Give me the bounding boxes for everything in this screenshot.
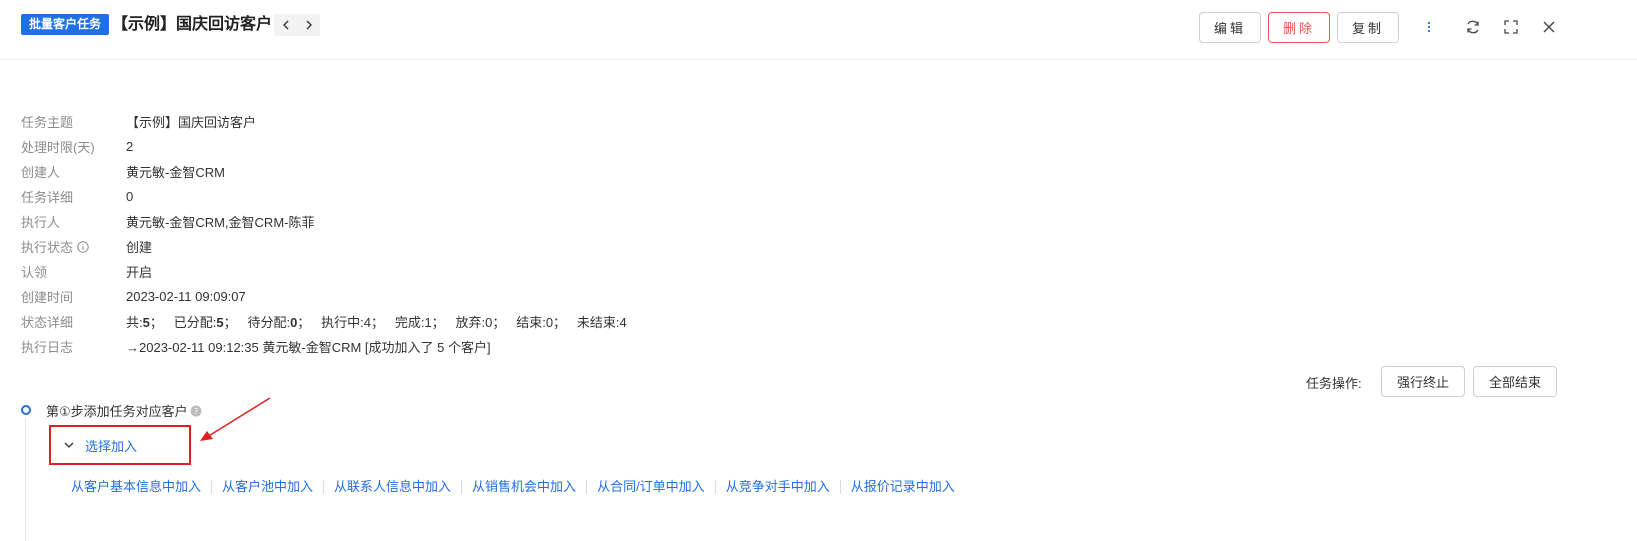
join-source-links: 从客户基本信息中加入 从客户池中加入 从联系人信息中加入 从销售机会中加入 从合… [61, 477, 965, 497]
chevron-right-icon [306, 20, 312, 30]
fullscreen-icon [1504, 20, 1518, 34]
link-from-customer-pool[interactable]: 从客户池中加入 [212, 480, 325, 494]
info-row-detail: 任务详细 0 [21, 184, 921, 209]
info-row-exec-log: 执行日志 →2023-02-11 09:12:35 黄元敏-金智CRM [成功加… [21, 334, 921, 359]
annotation-arrow-icon [200, 397, 271, 441]
status-detail-value: 共:5； 已分配:5； 待分配:0； 执行中:4； 完成:1； 放弃:0； 结束… [126, 315, 627, 330]
select-join-label: 选择加入 [85, 438, 138, 454]
link-from-competitors[interactable]: 从竞争对手中加入 [716, 480, 841, 494]
info-row-creator: 创建人 黄元敏-金智CRM [21, 159, 921, 184]
info-value: 创建 [126, 240, 153, 255]
info-value: 2023-02-11 09:09:07 [126, 289, 246, 304]
page-header: 批量客户任务 【示例】国庆回访客户 编辑 删除 复制 [0, 0, 1637, 60]
copy-button[interactable]: 复制 [1337, 12, 1399, 43]
finish-all-button[interactable]: 全部结束 [1473, 366, 1557, 397]
status-done: 完成:1； [394, 315, 445, 330]
info-row-exec-status: 执行状态 创建 [21, 234, 921, 259]
prev-record-button[interactable] [274, 14, 297, 36]
status-total-label: 共: [126, 315, 143, 330]
record-nav [274, 14, 320, 36]
info-value: 0 [126, 189, 134, 204]
info-value: 黄元敏-金智CRM [126, 165, 225, 180]
info-label: 创建时间 [21, 290, 74, 305]
info-circle-icon[interactable] [77, 240, 89, 253]
page-title: 【示例】国庆回访客户 [112, 16, 273, 33]
force-terminate-button[interactable]: 强行终止 [1381, 366, 1465, 397]
status-pending-label: 待分配: [247, 315, 291, 330]
info-label: 处理时限(天) [21, 140, 95, 155]
chevron-left-icon [282, 20, 288, 30]
info-value: 黄元敏-金智CRM,金智CRM-陈菲 [126, 215, 315, 230]
fullscreen-button[interactable] [1501, 17, 1521, 37]
info-value: 【示例】国庆回访客户 [126, 115, 257, 130]
status-abandoned: 放弃:0； [455, 315, 506, 330]
more-vertical-icon [1427, 21, 1431, 33]
task-ops-label: 任务操作: [1306, 376, 1362, 391]
info-row-executor: 执行人 黄元敏-金智CRM,金智CRM-陈菲 [21, 209, 921, 234]
info-value: →2023-02-11 09:12:35 黄元敏-金智CRM [成功加入了 5 … [126, 340, 491, 355]
close-icon [1543, 21, 1555, 33]
edit-button[interactable]: 编辑 [1199, 12, 1261, 43]
refresh-icon [1467, 20, 1479, 34]
info-row-created-time: 创建时间 2023-02-11 09:09:07 [21, 284, 921, 309]
more-button[interactable] [1419, 17, 1439, 37]
info-value: 2 [126, 139, 134, 154]
step-title-text: 第①步添加任务对应客户 [46, 404, 188, 419]
info-row-subject: 任务主题 【示例】国庆回访客户 [21, 109, 921, 134]
link-from-customer-info[interactable]: 从客户基本信息中加入 [61, 480, 213, 494]
refresh-button[interactable] [1463, 17, 1483, 37]
link-from-opportunities[interactable]: 从销售机会中加入 [462, 480, 588, 494]
info-row-status-detail: 状态详细 共:5； 已分配:5； 待分配:0； 执行中:4； 完成:1； 放弃:… [21, 309, 921, 334]
info-label: 执行人 [21, 215, 61, 230]
info-label-text: 执行状态 [21, 240, 74, 255]
info-row-deadline: 处理时限(天) 2 [21, 134, 921, 159]
info-label: 任务详细 [21, 190, 74, 205]
info-label: 任务主题 [21, 115, 74, 130]
info-label: 状态详细 [21, 315, 74, 330]
info-row-claim: 认领 开启 [21, 259, 921, 284]
task-type-tag: 批量客户任务 [21, 14, 110, 35]
info-label-with-help: 执行状态 [21, 237, 126, 256]
info-label: 认领 [21, 265, 48, 280]
status-total: 5 [142, 315, 150, 330]
status-unended: 未结束:4 [576, 315, 627, 330]
timeline-line [25, 418, 26, 541]
delete-button[interactable]: 删除 [1268, 12, 1330, 43]
status-running: 执行中:4； [321, 315, 384, 330]
step-title: 第①步添加任务对应客户 ? [46, 401, 202, 420]
link-from-contacts[interactable]: 从联系人信息中加入 [324, 480, 463, 494]
status-assigned: 5 [216, 315, 224, 330]
info-label: 执行日志 [21, 340, 74, 355]
status-assigned-label: 已分配: [173, 315, 217, 330]
chevron-down-icon [64, 442, 74, 448]
next-record-button[interactable] [297, 14, 320, 36]
close-button[interactable] [1539, 17, 1559, 37]
status-ended: 结束:0； [516, 315, 567, 330]
timeline-dot [21, 405, 31, 415]
info-label: 创建人 [21, 165, 61, 180]
link-from-quotes[interactable]: 从报价记录中加入 [841, 480, 965, 494]
link-from-contracts[interactable]: 从合同/订单中加入 [587, 480, 716, 494]
select-join-toggle[interactable]: 选择加入 [49, 425, 191, 465]
info-value: 开启 [126, 265, 153, 280]
